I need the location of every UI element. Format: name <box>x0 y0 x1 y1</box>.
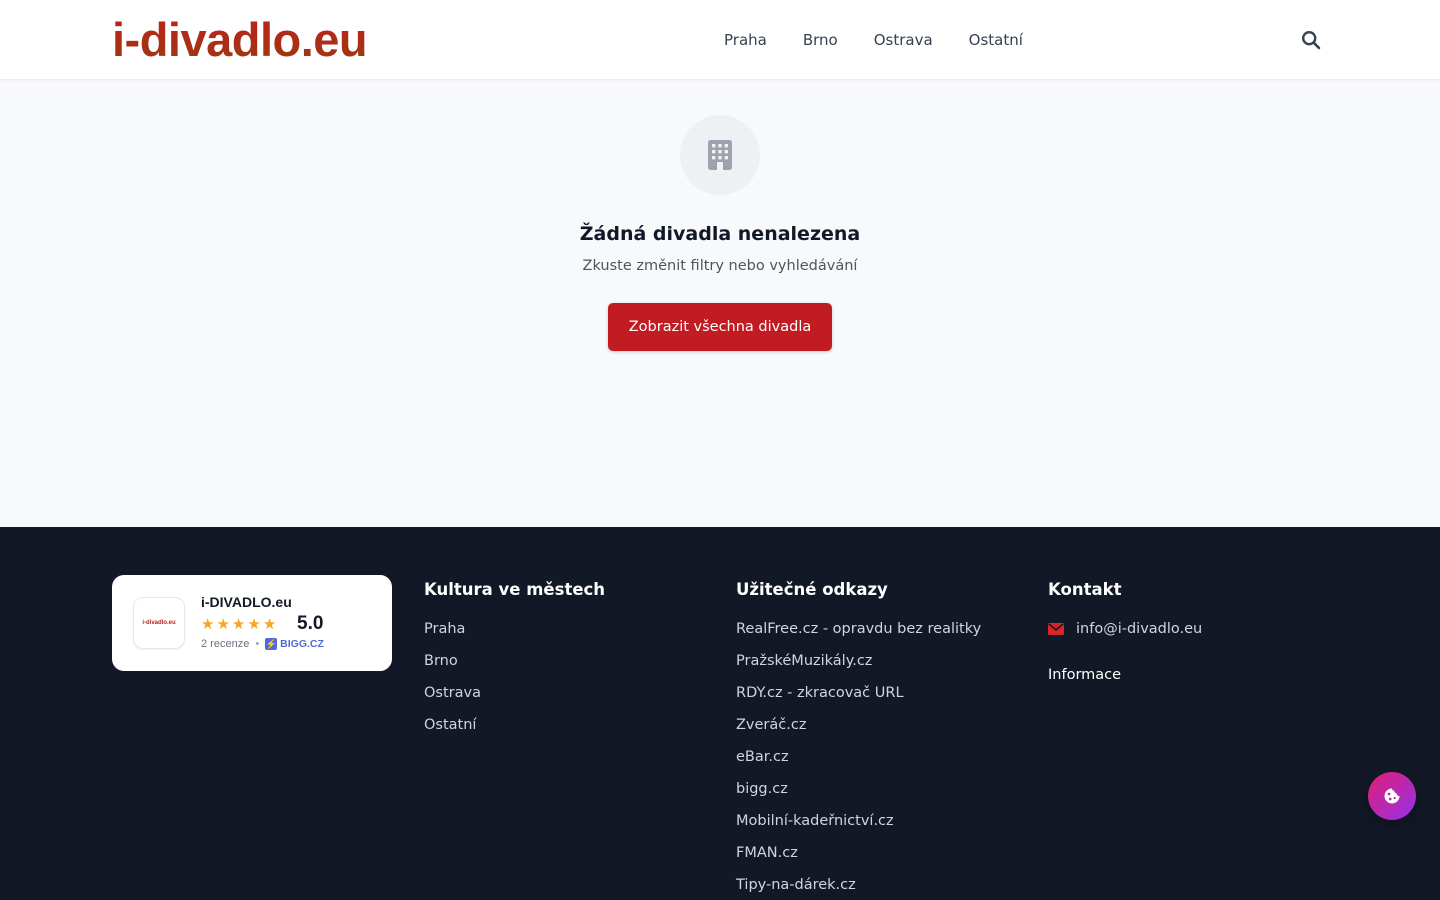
footer-useful-link[interactable]: FMAN.cz <box>736 843 981 863</box>
review-logo: i-divadlo.eu <box>133 597 185 649</box>
review-source-label: BIGG.CZ <box>280 638 324 650</box>
search-icon <box>1301 30 1321 50</box>
star-icon: ★ <box>201 615 215 633</box>
separator-dot: • <box>255 638 260 650</box>
contact-email-text: info@i-divadlo.eu <box>1076 621 1203 637</box>
review-source[interactable]: ⚡ BIGG.CZ <box>265 638 324 650</box>
footer-city-link[interactable]: Praha <box>424 619 605 639</box>
contact-email-link[interactable]: info@i-divadlo.eu <box>1048 619 1202 639</box>
footer-contact-column: Kontakt info@i-divadlo.eu Informace <box>1048 579 1202 685</box>
bolt-icon: ⚡ <box>265 638 278 650</box>
star-icon: ★ <box>231 615 246 633</box>
footer-cities-title: Kultura ve městech <box>424 580 606 599</box>
review-site-name: i-DIVADLO.eu <box>201 594 292 610</box>
review-score: 5.0 <box>297 613 324 634</box>
info-link[interactable]: Informace <box>1048 665 1202 685</box>
review-stars: ★ ★ ★ ★ ★ <box>201 616 276 632</box>
star-icon: ★ <box>247 615 261 633</box>
site-logo[interactable]: i-divadlo.eu <box>112 14 368 66</box>
footer-city-link[interactable]: Brno <box>424 651 605 671</box>
site-footer: i-divadlo.eu i-DIVADLO.eu ★ ★ ★ ★ ★ 5.0 … <box>0 527 1440 900</box>
footer-useful-link[interactable]: PražskéMuzikály.cz <box>736 651 981 671</box>
footer-city-link[interactable]: Ostrava <box>424 683 605 703</box>
show-all-theatres-button[interactable]: Zobrazit všechna divadla <box>608 303 832 351</box>
envelope-icon <box>1048 623 1064 635</box>
nav-item-ostatni[interactable]: Ostatní <box>969 29 1023 51</box>
footer-useful-link[interactable]: Tipy-na-dárek.cz <box>736 875 981 895</box>
star-icon: ★ <box>216 615 230 633</box>
main-nav: Praha Brno Ostrava Ostatní <box>724 29 1023 51</box>
review-widget[interactable]: i-divadlo.eu i-DIVADLO.eu ★ ★ ★ ★ ★ 5.0 … <box>112 575 392 671</box>
footer-useful-link[interactable]: bigg.cz <box>736 779 981 799</box>
footer-links-title: Užitečné odkazy <box>736 580 888 599</box>
review-logo-text: i-divadlo.eu <box>142 620 176 626</box>
empty-state-subtitle: Zkuste změnit filtry nebo vyhledávání <box>582 258 858 274</box>
star-icon: ★ <box>262 615 277 633</box>
footer-city-link[interactable]: Ostatní <box>424 715 605 735</box>
cookie-settings-button[interactable] <box>1368 772 1416 820</box>
footer-contact-title: Kontakt <box>1048 580 1122 599</box>
nav-item-ostrava[interactable]: Ostrava <box>874 29 933 51</box>
empty-state-icon-circle <box>680 115 760 195</box>
site-header: i-divadlo.eu Praha Brno Ostrava Ostatní <box>0 0 1440 80</box>
footer-useful-link[interactable]: RDY.cz - zkracovač URL <box>736 683 981 703</box>
footer-cities-column: Kultura ve městech Praha Brno Ostrava Os… <box>424 579 605 747</box>
review-meta: 2 recenze • ⚡ BIGG.CZ <box>201 638 324 650</box>
review-count: 2 recenze <box>201 638 250 650</box>
nav-item-praha[interactable]: Praha <box>724 29 767 51</box>
footer-useful-link[interactable]: Mobilní-kadeřnictví.cz <box>736 811 981 831</box>
search-button[interactable] <box>1300 29 1322 51</box>
footer-useful-link[interactable]: RealFree.cz - opravdu bez realitky <box>736 619 981 639</box>
empty-state-title: Žádná divadla nenalezena <box>579 223 861 245</box>
footer-useful-link[interactable]: eBar.cz <box>736 747 981 767</box>
building-icon <box>708 140 732 170</box>
nav-item-brno[interactable]: Brno <box>803 29 838 51</box>
footer-useful-link[interactable]: Zveráč.cz <box>736 715 981 735</box>
footer-links-column: Užitečné odkazy RealFree.cz - opravdu be… <box>736 579 981 900</box>
cookie-icon <box>1384 788 1400 804</box>
